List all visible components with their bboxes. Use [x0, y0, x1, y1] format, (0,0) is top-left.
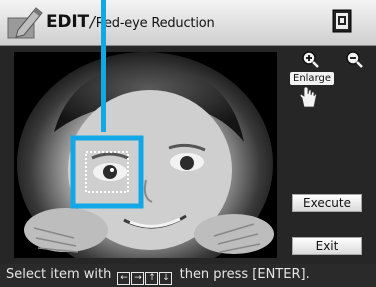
zoom-out-icon[interactable]	[344, 50, 364, 68]
photo-preview[interactable]	[14, 52, 277, 258]
pencil-edit-icon	[7, 7, 43, 39]
selection-pointer	[101, 0, 106, 132]
status-text-before: Select item with	[6, 267, 112, 282]
arrow-keys: ← → ↑ ↓	[117, 267, 173, 287]
print-icon	[332, 9, 352, 33]
up-arrow-key-icon: ↑	[145, 272, 159, 285]
status-text: Select item with ← → ↑ ↓ then press [ENTER]…	[6, 265, 310, 287]
title-bar: EDIT/Red-eye Reduction	[0, 0, 376, 46]
status-bar: Select item with ← → ↑ ↓ then press [ENTER]…	[0, 264, 376, 287]
down-arrow-key-icon: ↓	[159, 272, 173, 285]
photo-image	[14, 52, 277, 258]
title-sub: Red-eye Reduction	[95, 16, 215, 31]
exit-button[interactable]: Exit	[292, 237, 362, 255]
zoom-in-icon[interactable]	[300, 50, 320, 68]
hand-cursor-icon	[299, 86, 317, 108]
status-text-after: then press [ENTER].	[175, 267, 310, 282]
enlarge-label: Enlarge	[290, 72, 334, 85]
right-arrow-key-icon: →	[131, 272, 145, 285]
title-separator: /	[89, 13, 95, 31]
left-arrow-key-icon: ←	[117, 272, 131, 285]
title-main: EDIT	[46, 12, 89, 32]
page-title: EDIT/Red-eye Reduction	[46, 12, 215, 32]
execute-button[interactable]: Execute	[292, 194, 362, 212]
